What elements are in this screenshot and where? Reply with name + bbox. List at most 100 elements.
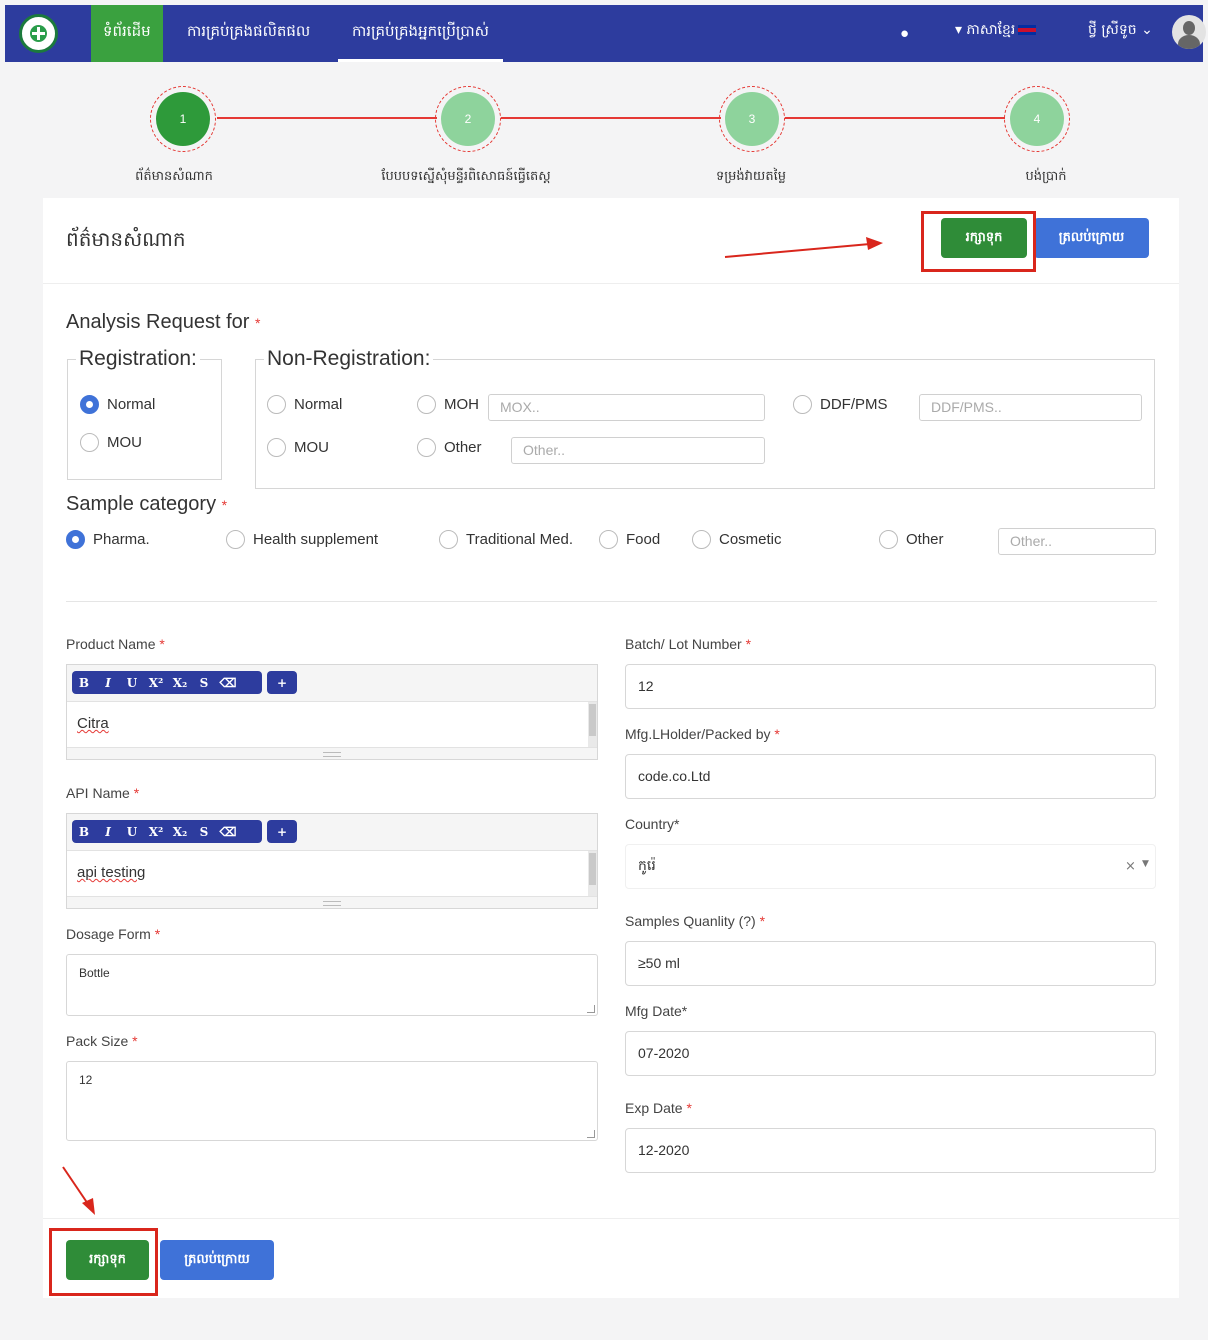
nav-home[interactable]: ទំព័រដើម bbox=[91, 5, 163, 62]
category-other-input[interactable]: Other.. bbox=[998, 528, 1156, 555]
editor-toolbar: B I U X² X₂ S ⌫ + bbox=[67, 814, 597, 851]
step-3[interactable]: 3 bbox=[719, 86, 785, 152]
radio-registration-mou[interactable]: MOU bbox=[80, 433, 142, 452]
api-name-label: API Name * bbox=[66, 785, 140, 801]
non-registration-legend: Non-Registration: bbox=[267, 347, 431, 370]
back-button-bottom[interactable]: ត្រលប់ក្រោយ bbox=[160, 1240, 274, 1280]
caret-down-icon[interactable]: ▼ bbox=[1142, 843, 1149, 886]
language-selector[interactable]: ▾ ភាសាខ្មែរ bbox=[955, 20, 1037, 41]
editor-toolbar: B I U X² X₂ S ⌫ + bbox=[67, 665, 597, 702]
country-label: Country* bbox=[625, 816, 680, 832]
resize-handle[interactable] bbox=[67, 896, 597, 908]
radio-category-cosmetic[interactable]: Cosmetic bbox=[692, 530, 782, 549]
radio-dot bbox=[80, 433, 99, 452]
step-4[interactable]: 4 bbox=[1004, 86, 1070, 152]
insert-button-group: + bbox=[267, 671, 297, 694]
radio-registration-normal[interactable]: Normal bbox=[80, 395, 155, 414]
resize-handle[interactable] bbox=[587, 1005, 595, 1013]
batch-lot-label: Batch/ Lot Number * bbox=[625, 636, 752, 652]
pack-size-label: Pack Size * bbox=[66, 1033, 138, 1049]
resize-handle[interactable] bbox=[587, 1130, 595, 1138]
product-name-editor[interactable]: B I U X² X₂ S ⌫ + Citra bbox=[66, 664, 598, 760]
avatar[interactable] bbox=[1172, 15, 1206, 49]
batch-lot-input[interactable]: 12 bbox=[625, 664, 1156, 709]
mfg-date-input[interactable]: 07-2020 bbox=[625, 1031, 1156, 1076]
strikethrough-button[interactable]: S bbox=[192, 825, 216, 839]
subscript-button[interactable]: X₂ bbox=[168, 825, 192, 839]
eraser-icon[interactable]: ⌫ bbox=[216, 825, 240, 839]
step-3-label: ទម្រង់វាយតម្លៃ bbox=[716, 169, 786, 184]
radio-dot bbox=[417, 395, 436, 414]
user-name: ថ្វី ស្រីទូច bbox=[1088, 22, 1137, 38]
sample-category-label: Sample category * bbox=[66, 493, 228, 515]
italic-button[interactable]: I bbox=[96, 676, 120, 690]
mfg-date-label: Mfg Date* bbox=[625, 1003, 688, 1019]
moh-input[interactable]: MOX.. bbox=[488, 394, 765, 421]
nav-product-management[interactable]: ការគ្រប់គ្រងផលិតផល bbox=[187, 5, 310, 62]
step-2[interactable]: 2 bbox=[435, 86, 501, 152]
radio-dot bbox=[417, 438, 436, 457]
eraser-icon[interactable]: ⌫ bbox=[216, 676, 240, 690]
radio-category-pharma[interactable]: Pharma. bbox=[66, 530, 150, 549]
bell-icon[interactable]: ● bbox=[900, 25, 909, 42]
radio-dot bbox=[80, 395, 99, 414]
mfg-holder-label: Mfg.LHolder/Packed by * bbox=[625, 726, 780, 742]
radio-category-food[interactable]: Food bbox=[599, 530, 660, 549]
radio-category-traditional-med[interactable]: Traditional Med. bbox=[439, 530, 573, 549]
pack-size-textarea[interactable]: 12 bbox=[66, 1061, 598, 1141]
radio-category-health-supplement[interactable]: Health supplement bbox=[226, 530, 378, 549]
samples-quantity-input[interactable]: ≥50 ml bbox=[625, 941, 1156, 986]
mfg-holder-input[interactable]: code.co.Ltd bbox=[625, 754, 1156, 799]
language-label: ភាសាខ្មែរ bbox=[966, 22, 1016, 38]
step-1-label: ព័ត៌មានសំណាក bbox=[135, 169, 213, 184]
registration-legend: Registration: bbox=[79, 347, 197, 370]
scrollbar[interactable] bbox=[588, 851, 597, 897]
api-name-value: api testing bbox=[77, 864, 146, 881]
format-button-group: B I U X² X₂ S ⌫ bbox=[72, 671, 262, 694]
radio-dot bbox=[879, 530, 898, 549]
plus-square-icon[interactable]: + bbox=[270, 825, 294, 839]
dosage-form-label: Dosage Form * bbox=[66, 926, 161, 942]
radio-dot bbox=[793, 395, 812, 414]
strikethrough-button[interactable]: S bbox=[192, 676, 216, 690]
exp-date-input[interactable]: 12-2020 bbox=[625, 1128, 1156, 1173]
underline-button[interactable]: U bbox=[120, 676, 144, 690]
samples-quantity-label: Samples Quanlity (?) * bbox=[625, 913, 766, 929]
logo[interactable] bbox=[19, 14, 58, 53]
radio-dot bbox=[267, 395, 286, 414]
nonreg-other-input[interactable]: Other.. bbox=[511, 437, 765, 464]
arrow-annotation-right bbox=[724, 237, 883, 258]
bold-button[interactable]: B bbox=[72, 825, 96, 839]
radio-nonreg-other[interactable]: Other bbox=[417, 438, 482, 457]
radio-nonreg-normal[interactable]: Normal bbox=[267, 395, 342, 414]
radio-nonreg-moh[interactable]: MOH bbox=[417, 395, 479, 414]
clear-icon[interactable]: × bbox=[1125, 845, 1136, 888]
user-menu[interactable]: ថ្វី ស្រីទូច ⌄ bbox=[1088, 20, 1153, 41]
underline-button[interactable]: U bbox=[120, 825, 144, 839]
step-1[interactable]: 1 bbox=[150, 86, 216, 152]
plus-square-icon[interactable]: + bbox=[270, 676, 294, 690]
card-footer: រក្សាទុក ត្រលប់ក្រោយ bbox=[43, 1218, 1179, 1298]
radio-category-other[interactable]: Other bbox=[879, 530, 944, 549]
country-value: កូរ៉េ bbox=[638, 858, 656, 874]
radio-nonreg-mou[interactable]: MOU bbox=[267, 438, 329, 457]
sample-info-card: ព័ត៌មានសំណាក រក្សាទុក ត្រលប់ក្រោយ Analys… bbox=[43, 198, 1179, 1298]
back-button-top[interactable]: ត្រលប់ក្រោយ bbox=[1034, 218, 1149, 258]
superscript-button[interactable]: X² bbox=[144, 676, 168, 690]
radio-nonreg-ddf[interactable]: DDF/PMS bbox=[793, 395, 888, 414]
flag-icon bbox=[1018, 25, 1037, 35]
radio-dot bbox=[66, 530, 85, 549]
resize-handle[interactable] bbox=[67, 747, 597, 759]
dosage-form-textarea[interactable]: Bottle bbox=[66, 954, 598, 1016]
subscript-button[interactable]: X₂ bbox=[168, 676, 192, 690]
italic-button[interactable]: I bbox=[96, 825, 120, 839]
api-name-editor[interactable]: B I U X² X₂ S ⌫ + api testing bbox=[66, 813, 598, 909]
radio-dot bbox=[599, 530, 618, 549]
bold-button[interactable]: B bbox=[72, 676, 96, 690]
format-button-group: B I U X² X₂ S ⌫ bbox=[72, 820, 262, 843]
ddf-input[interactable]: DDF/PMS.. bbox=[919, 394, 1142, 421]
nav-user-management[interactable]: ការគ្រប់គ្រងអ្នកប្រើប្រាស់ bbox=[338, 5, 503, 62]
scrollbar[interactable] bbox=[588, 702, 597, 748]
country-select[interactable]: កូរ៉េ × ▼ bbox=[625, 844, 1156, 889]
superscript-button[interactable]: X² bbox=[144, 825, 168, 839]
